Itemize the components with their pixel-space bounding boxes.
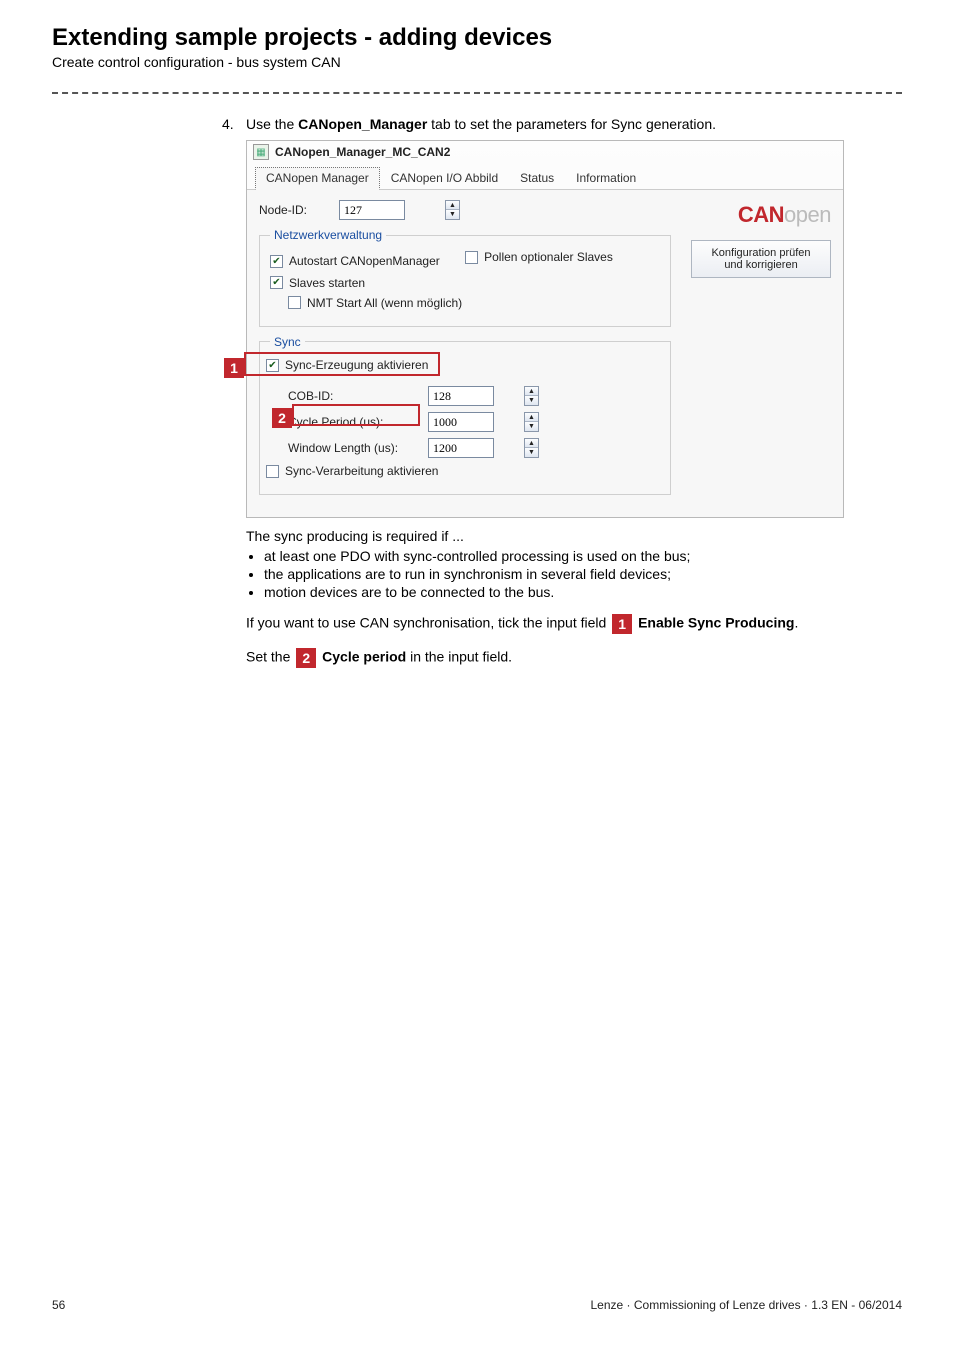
logo-bold: CAN <box>738 202 784 227</box>
slaves-starten-label: Slaves starten <box>289 276 365 290</box>
window-length-spinner[interactable]: ▲▼ <box>524 438 539 458</box>
autostart-checkbox[interactable]: ✔ Autostart CANopenManager <box>270 254 440 268</box>
page-title: Extending sample projects - adding devic… <box>52 24 902 52</box>
window-length-label: Window Length (us): <box>288 441 428 455</box>
slaves-starten-checkbox[interactable]: ✔ Slaves starten <box>270 276 365 290</box>
line2-c: in the input field. <box>406 649 512 665</box>
step-text-after: tab to set the parameters for Sync gener… <box>427 116 716 132</box>
page-number: 56 <box>52 1298 65 1312</box>
config-check-button[interactable]: Konfiguration prüfen und korrigieren <box>691 240 831 278</box>
spinner-down-icon[interactable]: ▼ <box>525 396 538 405</box>
checkmark-icon: ✔ <box>270 276 283 289</box>
checkbox-empty-icon <box>288 296 301 309</box>
spinner-up-icon[interactable]: ▲ <box>525 413 538 422</box>
checkbox-empty-icon <box>465 251 478 264</box>
poll-optional-checkbox[interactable]: Pollen optionaler Slaves <box>465 250 613 264</box>
bullet-2: the applications are to run in synchroni… <box>264 566 902 582</box>
canopen-logo: CANopen <box>671 202 831 228</box>
line2-a: Set the <box>246 649 294 665</box>
cycle-period-input[interactable] <box>428 412 494 432</box>
cycle-period-spinner[interactable]: ▲▼ <box>524 412 539 432</box>
tab-information[interactable]: Information <box>565 167 647 190</box>
divider <box>52 92 902 94</box>
spinner-down-icon[interactable]: ▼ <box>525 448 538 457</box>
tab-status[interactable]: Status <box>509 167 565 190</box>
cob-id-spinner[interactable]: ▲▼ <box>524 386 539 406</box>
sync-intro: The sync producing is required if ... <box>246 528 902 544</box>
step-number: 4. <box>222 116 246 132</box>
node-id-input[interactable] <box>339 200 405 220</box>
checkmark-icon: ✔ <box>270 255 283 268</box>
tab-canopen-manager[interactable]: CANopen Manager <box>255 167 380 190</box>
netzwerk-group: Netzwerkverwaltung ✔ Autostart CANopenMan… <box>259 228 671 327</box>
line1-c: . <box>794 615 798 631</box>
window-title: CANopen_Manager_MC_CAN2 <box>275 145 450 159</box>
subtab-bar: CANopen Manager CANopen I/O Abbild Statu… <box>247 160 843 189</box>
window-length-input[interactable] <box>428 438 494 458</box>
logo-thin: open <box>784 202 831 227</box>
node-id-label: Node-ID: <box>259 203 339 217</box>
config-btn-line2: und korrigieren <box>724 259 797 271</box>
sync-processing-label: Sync-Verarbeitung aktivieren <box>285 464 438 478</box>
document-tab-icon: ▦ <box>253 144 269 160</box>
poll-optional-label: Pollen optionaler Slaves <box>484 250 613 264</box>
inline-callout-1: 1 <box>612 614 632 634</box>
cob-id-input[interactable] <box>428 386 494 406</box>
checkbox-empty-icon <box>266 465 279 478</box>
step-text: Use the CANopen_Manager tab to set the p… <box>246 116 716 132</box>
sync-group: Sync ✔Sync-Erzeugung aktivieren COB-ID: … <box>259 335 671 496</box>
page-subtitle: Create control configuration - bus syste… <box>52 54 902 70</box>
nmt-start-label: NMT Start All (wenn möglich) <box>307 296 462 310</box>
spinner-up-icon[interactable]: ▲ <box>446 201 459 210</box>
line1-bold: Enable Sync Producing <box>634 615 794 631</box>
tab-io-abbild[interactable]: CANopen I/O Abbild <box>380 167 509 190</box>
cycle-period-line: Set the 2 Cycle period in the input fiel… <box>246 648 902 668</box>
step-text-before: Use the <box>246 116 298 132</box>
step-text-bold: CANopen_Manager <box>298 116 427 132</box>
sync-legend: Sync <box>270 335 305 349</box>
footer-meta: Lenze · Commissioning of Lenze drives · … <box>591 1298 903 1312</box>
sync-enable-checkbox[interactable]: ✔ Sync-Erzeugung aktivieren <box>266 358 428 372</box>
sync-processing-checkbox[interactable]: Sync-Verarbeitung aktivieren <box>266 464 438 478</box>
nmt-start-checkbox[interactable]: NMT Start All (wenn möglich) <box>288 296 462 310</box>
autostart-label: Autostart CANopenManager <box>289 254 440 268</box>
bullet-1: at least one PDO with sync-controlled pr… <box>264 548 902 564</box>
config-btn-line1: Konfiguration prüfen <box>711 247 810 259</box>
screenshot-panel: ▦ CANopen_Manager_MC_CAN2 CANopen Manage… <box>246 140 844 518</box>
cycle-period-label: Cycle Period (us): <box>288 415 428 429</box>
bullet-3: motion devices are to be connected to th… <box>264 584 902 600</box>
spinner-down-icon[interactable]: ▼ <box>525 422 538 431</box>
bullet-list: at least one PDO with sync-controlled pr… <box>252 548 902 600</box>
netzwerk-legend: Netzwerkverwaltung <box>270 228 386 242</box>
step-4: 4. Use the CANopen_Manager tab to set th… <box>222 116 902 132</box>
enable-sync-line: If you want to use CAN synchronisation, … <box>246 614 902 634</box>
spinner-up-icon[interactable]: ▲ <box>525 387 538 396</box>
cob-id-label: COB-ID: <box>288 389 428 403</box>
checkmark-icon: ✔ <box>266 359 279 372</box>
sync-enable-label: Sync-Erzeugung aktivieren <box>285 358 428 372</box>
callout-2: 2 <box>272 408 292 428</box>
callout-1: 1 <box>224 358 244 378</box>
line2-bold: Cycle period <box>318 649 406 665</box>
spinner-up-icon[interactable]: ▲ <box>525 439 538 448</box>
inline-callout-2: 2 <box>296 648 316 668</box>
node-id-spinner[interactable]: ▲▼ <box>445 200 460 220</box>
spinner-down-icon[interactable]: ▼ <box>446 210 459 219</box>
line1-a: If you want to use CAN synchronisation, … <box>246 615 610 631</box>
